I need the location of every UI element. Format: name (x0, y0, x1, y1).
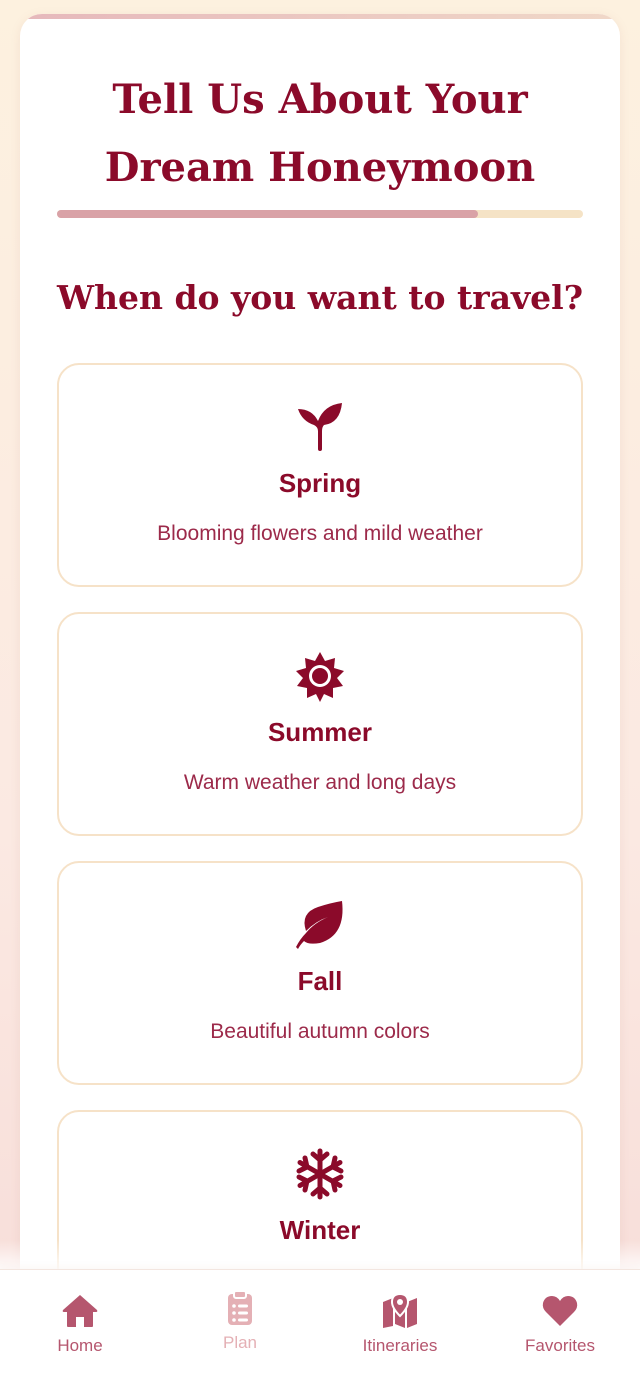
option-label: Fall (297, 966, 343, 996)
seedling-icon (294, 401, 346, 453)
nav-label: Itineraries (362, 1336, 438, 1355)
leaf-icon (294, 899, 346, 951)
option-label: Spring (278, 468, 362, 498)
questionnaire-card: Tell Us About Your Dream Honeymoon When … (20, 14, 620, 1387)
sun-icon (294, 650, 346, 702)
option-description: Blooming flowers and mild weather (157, 522, 483, 545)
nav-favorites[interactable]: Favorites (480, 1270, 640, 1370)
snowflake-icon (294, 1148, 346, 1200)
nav-label: Plan (222, 1333, 258, 1352)
option-label: Summer (267, 717, 373, 747)
page-title: Tell Us About Your Dream Honeymoon (104, 76, 536, 191)
home-icon (61, 1292, 99, 1330)
nav-label: Home (57, 1336, 103, 1355)
option-description: Beautiful autumn colors (210, 1020, 430, 1043)
nav-plan[interactable]: Plan (160, 1267, 320, 1367)
option-summer[interactable]: Summer Warm weather and long days (57, 612, 583, 836)
option-description: Warm weather and long days (183, 771, 457, 794)
map-icon (381, 1292, 419, 1330)
progress-bar (57, 210, 583, 218)
bottom-nav: Home Plan Itineraries Favorites (0, 1269, 640, 1387)
scroll-fade (0, 1240, 640, 1270)
nav-home[interactable]: Home (0, 1270, 160, 1370)
nav-label: Favorites (525, 1336, 595, 1355)
clipboard-icon (221, 1289, 259, 1327)
heart-icon (541, 1292, 579, 1330)
option-fall[interactable]: Fall Beautiful autumn colors (57, 861, 583, 1085)
progress-bar-fill (57, 210, 478, 218)
nav-itineraries[interactable]: Itineraries (320, 1270, 480, 1370)
option-spring[interactable]: Spring Blooming flowers and mild weather (57, 363, 583, 587)
question-heading: When do you want to travel? (56, 278, 584, 317)
